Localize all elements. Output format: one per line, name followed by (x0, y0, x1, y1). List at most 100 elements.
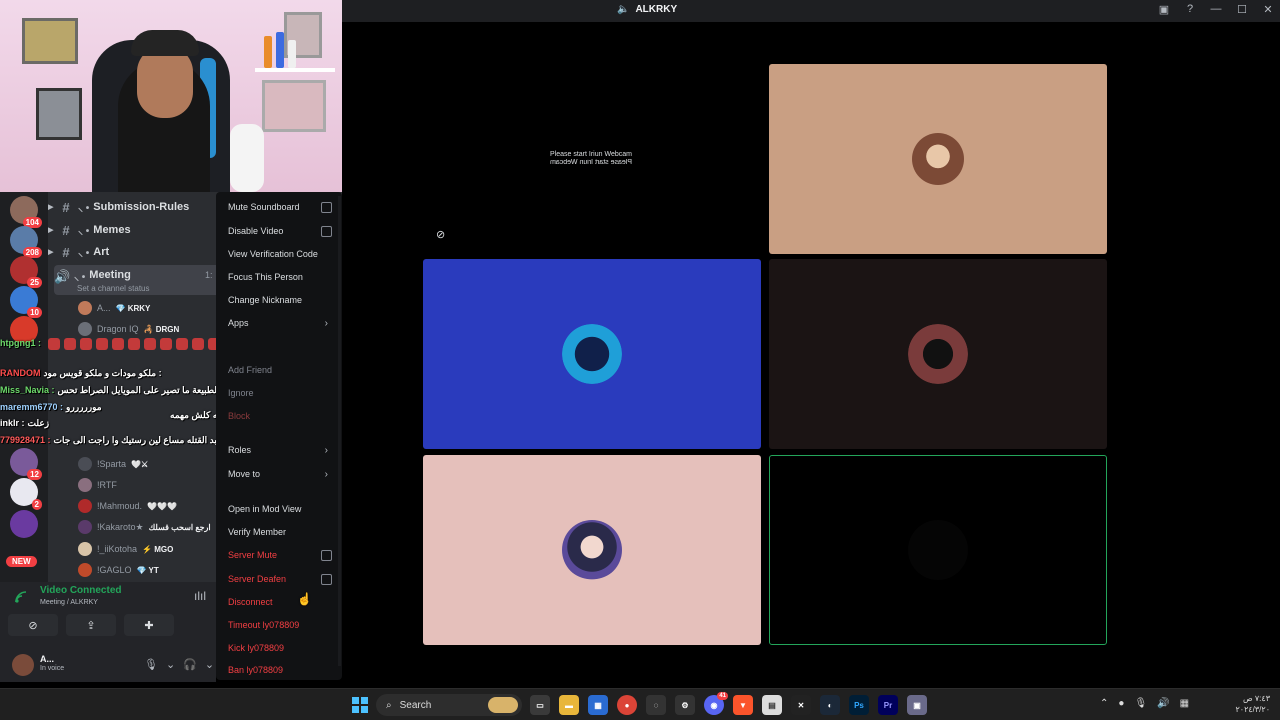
video-tile[interactable] (423, 259, 761, 449)
window-controls: ▣ ? — ☐ ✕ (1158, 3, 1274, 16)
user-panel: A... In voice 🎙 ⌄ 🎧 ⌄ (0, 644, 216, 682)
close-icon[interactable]: ✕ (1262, 3, 1274, 16)
minimize-icon[interactable]: — (1210, 3, 1222, 16)
voice-member[interactable]: !RTF (78, 475, 122, 495)
channel-submission-rules[interactable]: ▶ # ⸜ • Submission-Rules (48, 197, 218, 217)
server-icon[interactable]: 12 (10, 448, 42, 480)
maximize-icon[interactable]: ☐ (1236, 3, 1248, 16)
checkbox[interactable] (321, 201, 332, 213)
discord-icon[interactable]: ◉ 41 (704, 692, 728, 715)
app-icon[interactable]: ▣ (907, 695, 927, 715)
speaker-icon: 🔈 (617, 4, 630, 15)
menu-item-verify-member[interactable]: Verify Member (216, 523, 342, 541)
store-icon[interactable]: ▦ (588, 695, 608, 715)
network-icon[interactable]: ▦ (1180, 698, 1189, 709)
taskbar: ⌕ Search ▭ ▬ ▦ ● ◌ ⚙ ◉ 41 ▼ ▤ ✕ ◐ Ps Pr ▣… (0, 688, 1280, 720)
avatar (912, 133, 964, 185)
checkbox[interactable] (321, 573, 332, 585)
avatar (562, 324, 622, 384)
award-plaque (22, 18, 78, 64)
task-view-icon[interactable]: ▭ (530, 695, 550, 715)
help-icon[interactable]: ? (1184, 3, 1196, 16)
chevron-up-icon[interactable]: ⌃ (1100, 698, 1108, 709)
chevron-right-icon: › (324, 468, 328, 480)
video-tile[interactable] (769, 259, 1107, 449)
menu-item-ban[interactable]: Ban ly078809 (216, 661, 342, 679)
voice-member[interactable]: !Mahmoud. 🤍🤍🤍 (78, 496, 177, 516)
screen-share-button[interactable]: ⇪ (66, 614, 116, 636)
checkbox[interactable] (321, 549, 332, 561)
channel-memes[interactable]: ▶ # ⸜ • Memes (48, 220, 218, 240)
activities-button[interactable]: ✚ (124, 614, 174, 636)
menu-item-kick[interactable]: Kick ly078809 (216, 639, 342, 657)
menu-item-ignore[interactable]: Ignore (216, 384, 342, 402)
clock[interactable]: ٧:٤٣ ص ٢٠٢٤/٣/٢٠ (1230, 693, 1270, 715)
headphones-icon[interactable]: 🎧 (183, 658, 197, 671)
taskbar-search[interactable]: ⌕ Search (376, 694, 522, 716)
file-explorer-icon[interactable]: ▬ (559, 695, 579, 715)
noise-suppression-icon[interactable]: ılıl (194, 589, 206, 603)
checkbox[interactable] (321, 225, 332, 237)
menu-item-move-to[interactable]: Move to › (216, 465, 342, 483)
menu-item-server-mute[interactable]: Server Mute (216, 546, 342, 564)
menu-item-timeout[interactable]: Timeout ly078809 (216, 616, 342, 634)
microphone-icon[interactable]: 🎙 (1134, 698, 1147, 709)
chevron-down-icon[interactable]: ⌄ (205, 658, 214, 671)
menu-item-focus-this-person[interactable]: Focus This Person (216, 268, 342, 286)
menu-item-server-deafen[interactable]: Server Deafen (216, 570, 342, 588)
menu-scrollbar[interactable] (338, 196, 341, 666)
chevron-right-icon: › (324, 317, 328, 329)
voice-member[interactable]: A... 💎 KRKY (78, 298, 150, 318)
voice-member[interactable]: !_iiKotoha ⚡ MGO (78, 539, 173, 559)
menu-item-change-nickname[interactable]: Change Nickname (216, 291, 342, 309)
server-icon[interactable]: 208 (10, 226, 42, 258)
premiere-icon[interactable]: Pr (878, 695, 898, 715)
search-icon: ⌕ (386, 699, 392, 711)
channel-status[interactable]: Set a channel status (77, 284, 150, 293)
hash-icon: # (62, 244, 70, 260)
brave-icon[interactable]: ▼ (733, 695, 753, 715)
server-icon[interactable]: 25 (10, 256, 42, 288)
steam-icon[interactable]: ◐ (820, 695, 840, 715)
app-icon[interactable]: ▤ (762, 695, 782, 715)
voice-member[interactable]: !Sparta 🤍⚔ (78, 454, 148, 474)
microphone-icon[interactable]: 🎙 (144, 658, 158, 671)
channel-art[interactable]: ▶ # ⸜ • Art (48, 242, 218, 262)
volume-icon[interactable]: 🔊 (1157, 698, 1169, 709)
server-icon[interactable] (10, 510, 38, 538)
voice-member[interactable]: !Kakaroto★ ارجع اسحب قسلك (78, 517, 211, 537)
menu-item-add-friend[interactable]: Add Friend (216, 361, 342, 379)
settings-icon[interactable]: ⚙ (675, 695, 695, 715)
app-icon[interactable]: ◌ (646, 695, 666, 715)
signal-icon[interactable] (14, 588, 32, 604)
menu-item-disable-video[interactable]: Disable Video (216, 222, 342, 240)
server-icon[interactable]: 2 (10, 478, 42, 510)
capcut-icon[interactable]: ✕ (791, 695, 811, 715)
search-highlight-image (488, 697, 518, 713)
photoshop-icon[interactable]: Ps (849, 695, 869, 715)
menu-item-view-verification-code[interactable]: View Verification Code (216, 245, 342, 263)
menu-item-mute-soundboard[interactable]: Mute Soundboard (216, 198, 342, 216)
server-icon[interactable]: 10 (10, 286, 42, 318)
new-pill[interactable]: NEW (6, 556, 37, 567)
menu-item-roles[interactable]: Roles › (216, 441, 342, 459)
menu-item-block[interactable]: Block (216, 407, 342, 425)
menu-item-disconnect[interactable]: Disconnect (216, 593, 342, 611)
avatar[interactable] (12, 654, 34, 676)
menu-item-apps[interactable]: Apps › (216, 314, 342, 332)
app-tray-icon[interactable]: ● (1118, 698, 1124, 709)
camera-off-button[interactable]: ⊘ (8, 614, 58, 636)
voice-member[interactable]: !GAGLO 💎 YT (78, 560, 159, 580)
chevron-down-icon[interactable]: ⌄ (166, 658, 175, 671)
chrome-icon[interactable]: ● (617, 695, 637, 715)
video-tile-speaking[interactable] (769, 455, 1107, 645)
video-tile[interactable] (769, 64, 1107, 254)
menu-item-open-in-mod-view[interactable]: Open in Mod View (216, 500, 342, 518)
video-tile[interactable] (423, 455, 761, 645)
microphone (230, 124, 264, 192)
server-icon[interactable]: 104 (10, 196, 42, 228)
voice-location[interactable]: Meeting / ALKRKY (40, 599, 98, 606)
award-plaque (262, 80, 326, 132)
screen-icon[interactable]: ▣ (1158, 3, 1170, 16)
windows-start-icon[interactable] (352, 697, 368, 713)
